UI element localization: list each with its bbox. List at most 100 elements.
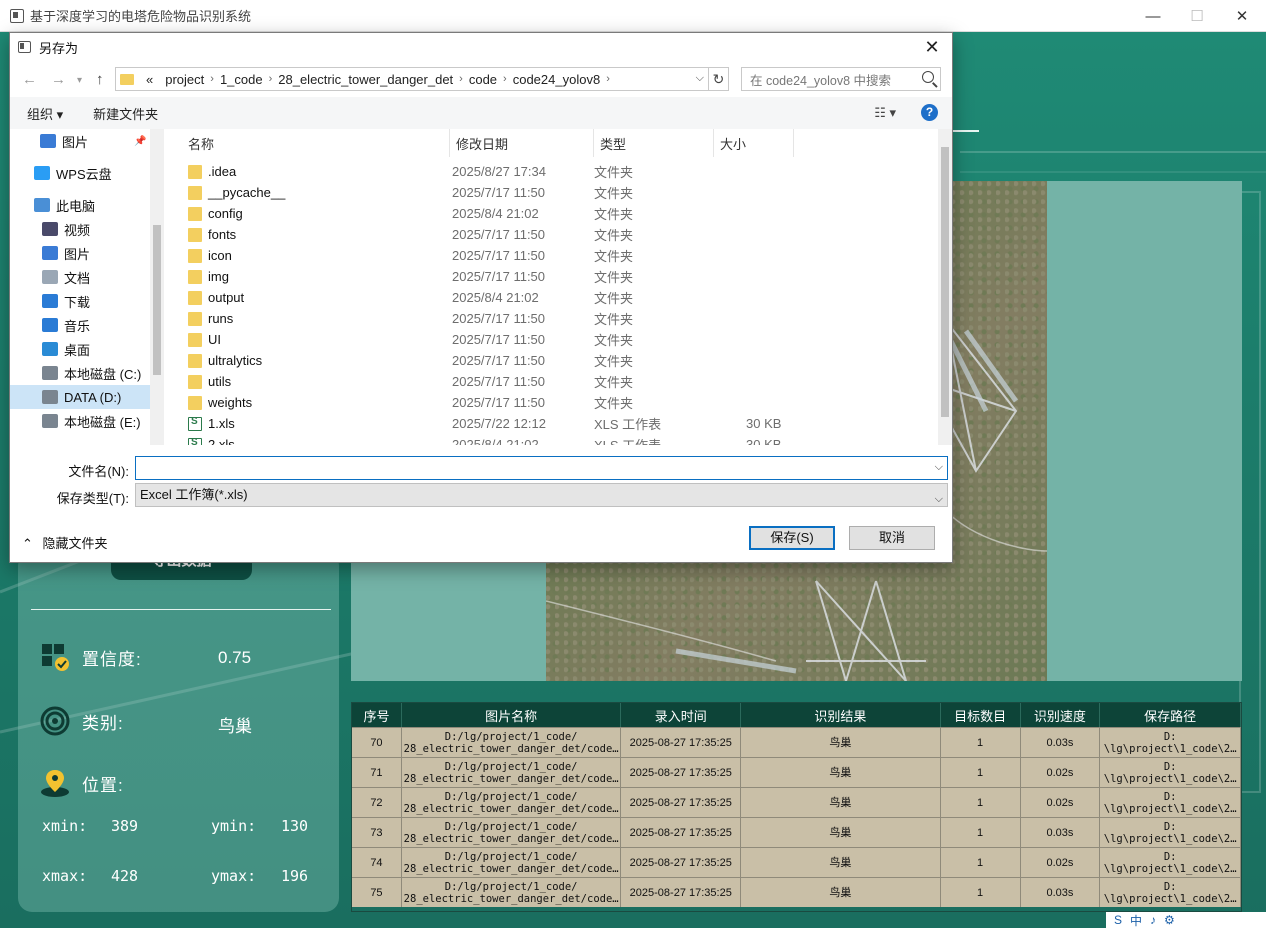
col-size[interactable]: 大小: [714, 129, 794, 157]
col-date[interactable]: 修改日期: [450, 129, 594, 157]
mic-icon[interactable]: ♪: [1150, 913, 1156, 927]
file-name-cell: runs: [170, 311, 444, 326]
file-name: __pycache__: [208, 185, 286, 200]
nav-item[interactable]: 视频: [10, 217, 162, 241]
table-cell-result: 鸟巢: [741, 818, 941, 847]
table-cell-result: 鸟巢: [741, 758, 941, 787]
table-cell-result: 鸟巢: [741, 878, 941, 907]
breadcrumb-item[interactable]: project: [165, 72, 204, 87]
search-input[interactable]: 在 code24_yolov8 中搜索: [741, 67, 941, 91]
file-row[interactable]: 1.xls 2025/7/22 12:12 XLS 工作表 30 KB: [170, 413, 940, 434]
file-row[interactable]: output 2025/8/4 21:02 文件夹: [170, 287, 940, 308]
dialog-window-icon: [18, 41, 31, 53]
nav-item[interactable]: 桌面: [10, 337, 162, 361]
breadcrumb-item[interactable]: 28_electric_tower_danger_det: [278, 72, 453, 87]
file-row[interactable]: ultralytics 2025/7/17 11:50 文件夹: [170, 350, 940, 371]
nav-item[interactable]: 图片 📌: [10, 129, 162, 153]
file-row[interactable]: UI 2025/7/17 11:50 文件夹: [170, 329, 940, 350]
file-type: 文件夹: [594, 228, 634, 243]
col-header-time[interactable]: 录入时间: [621, 703, 742, 727]
nav-item[interactable]: DATA (D:): [10, 385, 162, 409]
table-row[interactable]: 71 D:/lg/project/1_code/ 28_electric_towe…: [352, 757, 1242, 787]
table-row[interactable]: 72 D:/lg/project/1_code/ 28_electric_towe…: [352, 787, 1242, 817]
lang-icon[interactable]: 中: [1130, 912, 1142, 928]
nav-item[interactable]: 音乐: [10, 313, 162, 337]
maximize-button[interactable]: ☐: [1174, 0, 1220, 32]
chevron-down-icon[interactable]: ⌵: [696, 72, 704, 85]
filetype-dropdown-icon[interactable]: ⌵: [935, 488, 943, 510]
table-cell-result: 鸟巢: [741, 848, 941, 877]
file-row[interactable]: .idea 2025/8/27 17:34 文件夹: [170, 161, 940, 182]
minimize-button[interactable]: —: [1130, 0, 1176, 32]
nav-item[interactable]: 图片: [10, 241, 162, 265]
col-header-index[interactable]: 序号: [352, 703, 402, 727]
col-header-result[interactable]: 识别结果: [741, 703, 941, 727]
app-window-icon: [10, 8, 24, 23]
up-arrow-icon[interactable]: ↑: [96, 71, 104, 88]
file-row[interactable]: config 2025/8/4 21:02 文件夹: [170, 203, 940, 224]
file-row[interactable]: __pycache__ 2025/7/17 11:50 文件夹: [170, 182, 940, 203]
nav-scrollbar[interactable]: [150, 129, 164, 445]
file-row[interactable]: 2.xls 2025/8/4 21:02 XLS 工作表 30 KB: [170, 434, 940, 445]
col-header-speed[interactable]: 识别速度: [1021, 703, 1101, 727]
chevron-right-icon[interactable]: ›: [459, 73, 463, 85]
col-header-save-path[interactable]: 保存路径: [1100, 703, 1242, 727]
file-size: 30 KB: [746, 416, 782, 431]
dialog-title: 另存为: [39, 40, 79, 56]
file-row[interactable]: img 2025/7/17 11:50 文件夹: [170, 266, 940, 287]
table-cell-time: 2025-08-27 17:35:25: [621, 758, 742, 787]
file-row[interactable]: weights 2025/7/17 11:50 文件夹: [170, 392, 940, 413]
new-folder-button[interactable]: 新建文件夹: [93, 104, 158, 123]
dialog-close-button[interactable]: ✕: [918, 35, 946, 59]
search-icon[interactable]: [922, 71, 934, 83]
gear-icon[interactable]: ⚙: [1164, 913, 1175, 927]
chevron-right-icon[interactable]: ›: [606, 73, 610, 85]
nav-item[interactable]: 此电脑: [10, 193, 162, 217]
col-header-count[interactable]: 目标数目: [941, 703, 1021, 727]
file-row[interactable]: icon 2025/7/17 11:50 文件夹: [170, 245, 940, 266]
xmax-label: xmax:: [42, 867, 88, 885]
nav-item[interactable]: 文档: [10, 265, 162, 289]
cancel-button[interactable]: 取消: [849, 526, 935, 550]
file-type: 文件夹: [594, 165, 634, 180]
file-row[interactable]: runs 2025/7/17 11:50 文件夹: [170, 308, 940, 329]
nav-item[interactable]: 本地磁盘 (E:): [10, 409, 162, 433]
help-icon[interactable]: ?: [921, 104, 938, 121]
nav-item[interactable]: 本地磁盘 (C:): [10, 361, 162, 385]
ime-icon[interactable]: S: [1114, 913, 1122, 927]
nav-item[interactable]: WPS云盘: [10, 161, 162, 185]
forward-arrow-icon[interactable]: →: [51, 71, 66, 88]
col-name[interactable]: 名称: [170, 129, 450, 157]
back-arrow-icon[interactable]: ←: [22, 71, 37, 88]
table-row[interactable]: 75 D:/lg/project/1_code/ 28_electric_towe…: [352, 877, 1242, 907]
close-button[interactable]: ✕: [1219, 0, 1265, 32]
col-type[interactable]: 类型: [594, 129, 714, 157]
filename-dropdown-icon[interactable]: ⌵: [935, 461, 943, 474]
address-bar[interactable]: « project › 1_code › 28_electric_tower_danger…: [115, 67, 709, 91]
file-name-cell: __pycache__: [170, 185, 444, 200]
nav-item-label: 图片: [62, 134, 89, 150]
organize-button[interactable]: 组织 ▾: [27, 104, 63, 123]
file-row[interactable]: utils 2025/7/17 11:50 文件夹: [170, 371, 940, 392]
table-row[interactable]: 73 D:/lg/project/1_code/ 28_electric_towe…: [352, 817, 1242, 847]
view-options-icon[interactable]: ☷ ▾: [874, 105, 896, 121]
filename-input[interactable]: ⌵: [135, 456, 948, 480]
file-list-scrollbar[interactable]: [938, 129, 952, 445]
breadcrumb-item[interactable]: 1_code: [220, 72, 263, 87]
file-row[interactable]: fonts 2025/7/17 11:50 文件夹: [170, 224, 940, 245]
chevron-right-icon[interactable]: ›: [210, 73, 214, 85]
filetype-select[interactable]: Excel 工作簿(*.xls) ⌵: [135, 483, 948, 507]
refresh-icon[interactable]: ↻: [709, 67, 729, 91]
breadcrumb-item[interactable]: code: [469, 72, 497, 87]
breadcrumb-item[interactable]: code24_yolov8: [513, 72, 600, 87]
breadcrumb-item[interactable]: «: [146, 72, 153, 87]
table-row[interactable]: 70 D:/lg/project/1_code/ 28_electric_towe…: [352, 727, 1242, 757]
recent-chevron-icon[interactable]: ▾: [77, 75, 82, 86]
col-header-image-name[interactable]: 图片名称: [402, 703, 622, 727]
chevron-right-icon[interactable]: ›: [269, 73, 273, 85]
hide-folders-toggle[interactable]: ⌃ 隐藏文件夹: [22, 533, 108, 552]
nav-item[interactable]: 下载: [10, 289, 162, 313]
table-row[interactable]: 74 D:/lg/project/1_code/ 28_electric_towe…: [352, 847, 1242, 877]
save-button[interactable]: 保存(S): [749, 526, 835, 550]
chevron-right-icon[interactable]: ›: [503, 73, 507, 85]
